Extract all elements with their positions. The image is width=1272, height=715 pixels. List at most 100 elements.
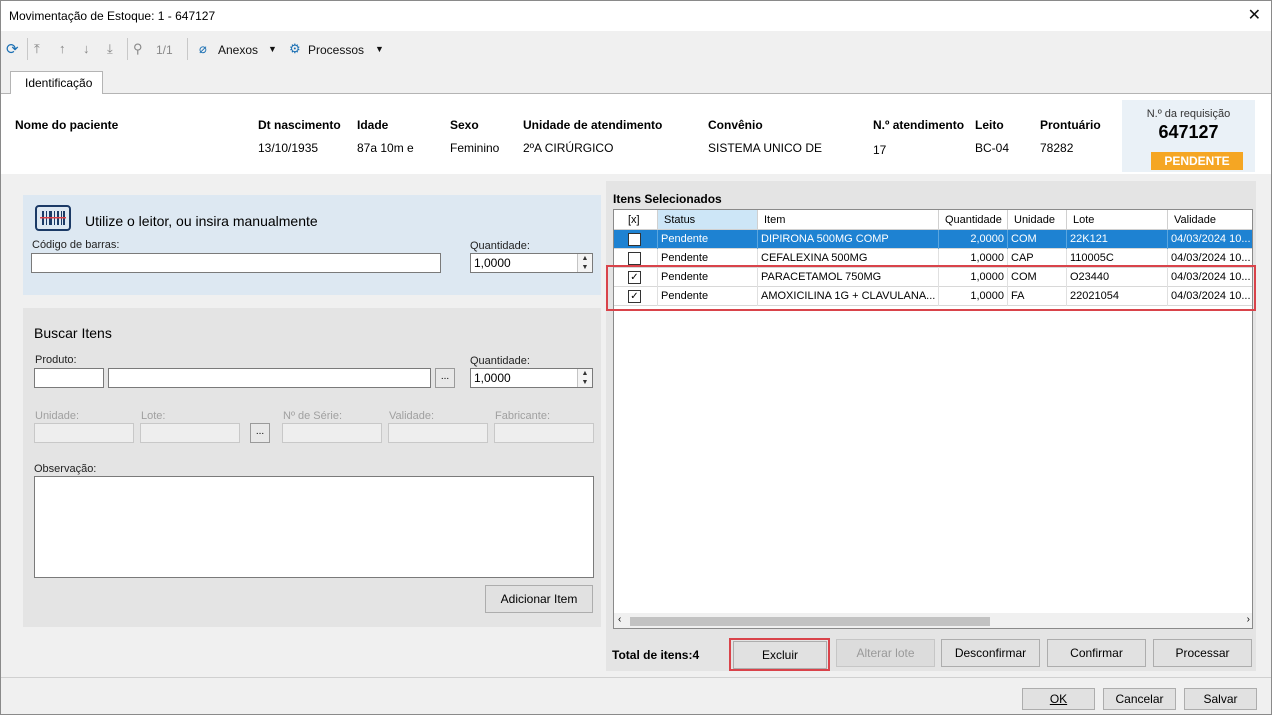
col-status[interactable]: Status [658,210,758,230]
bed-value: BC-04 [975,141,1010,155]
row-lote: 22K121 [1067,230,1168,249]
header-insurance: Convênio [708,118,763,132]
ok-button[interactable]: OK [1022,688,1095,710]
header-age: Idade [357,118,389,132]
scroll-left-icon[interactable]: ‹ [618,614,621,625]
product-lookup-button[interactable]: ... [435,368,455,388]
footer-divider [1,677,1271,678]
header-visit-number: N.º atendimento [873,118,965,132]
barcode-label: Código de barras: [32,239,120,251]
col-item[interactable]: Item [758,210,939,230]
unidade-label: Unidade: [35,410,80,422]
search-qty-stepper[interactable]: 1,0000 ▲ ▼ [470,368,593,388]
scan-panel: Utilize o leitor, ou insira manualmente … [23,195,601,295]
product-code-input[interactable] [34,368,104,388]
paperclip-icon: ⌀ [199,41,207,56]
tab-identificacao[interactable]: Identificação [10,71,103,94]
product-label: Produto: [35,354,77,366]
search-title: Buscar Itens [34,325,112,341]
previous-record-icon[interactable]: ↑ [59,41,66,56]
barcode-icon [35,205,71,231]
tab-strip: Identificação [1,67,1271,94]
anexos-menu[interactable]: Anexos [218,43,258,57]
scan-title: Utilize o leitor, ou insira manualmente [85,213,318,229]
toolbar-separator [27,38,28,60]
stepper-arrows-icon[interactable]: ▲ ▼ [577,369,592,387]
scan-qty-stepper[interactable]: 1,0000 ▲ ▼ [470,253,593,273]
validade-input [388,423,488,443]
col-lote[interactable]: Lote [1067,210,1168,230]
insurance-value: SISTEMA UNICO DE [708,141,823,155]
row-status: Pendente [658,230,758,249]
lote-label: Lote: [141,410,166,422]
highlight-checked-rows [606,265,1256,311]
add-item-button[interactable]: Adicionar Item [485,585,593,613]
alterar-lote-button: Alterar lote [836,639,935,667]
col-quantidade[interactable]: Quantidade [939,210,1008,230]
col-validade[interactable]: Validade [1168,210,1252,230]
search-icon[interactable]: ⚲ [133,41,143,57]
processar-button[interactable]: Processar [1153,639,1252,667]
col-unidade[interactable]: Unidade [1008,210,1067,230]
toolbar-separator [187,38,188,60]
processos-menu[interactable]: Processos [308,43,364,57]
scroll-right-icon[interactable]: › [1247,614,1250,625]
first-record-icon[interactable]: ⤒ [34,41,40,57]
desconfirmar-button[interactable]: Desconfirmar [941,639,1040,667]
header-birth-date: Dt nascimento [258,118,341,132]
stock-movement-window: Movimentação de Estoque: 1 - 647127 ✕ ⟳ … [0,0,1272,715]
record-value: 78282 [1040,141,1074,155]
scrollbar-thumb[interactable] [630,617,990,626]
refresh-icon[interactable]: ⟳ [6,40,19,58]
fabricante-input [494,423,594,443]
age-value: 87a 10m e [357,141,414,155]
highlight-excluir [729,638,830,671]
validade-label: Validade: [389,410,435,422]
row-unit: COM [1008,230,1067,249]
toolbar: ⟳ ⤒ ↑ ↓ ⤓ ⚲ 1/1 ⌀ Anexos ▼ ⚙ Processos ▼ [1,31,1271,67]
total-items: Total de itens:4 [612,648,700,662]
search-qty-label: Quantidade: [470,355,530,367]
row-qty: 2,0000 [939,230,1008,249]
sex-value: Feminino [450,141,500,155]
toolbar-separator [127,38,128,60]
care-unit-value: 2ºA CIRÚRGICO [523,141,614,155]
row-validade: 04/03/2024 10... [1168,230,1252,249]
cancel-button[interactable]: Cancelar [1103,688,1176,710]
requisition-box: N.º da requisição 647127 PENDENTE [1122,100,1255,172]
title-bar: Movimentação de Estoque: 1 - 647127 ✕ [1,1,1271,31]
last-record-icon[interactable]: ⤓ [107,41,113,57]
save-button[interactable]: Salvar [1184,688,1257,710]
patient-header: Nome do paciente Dt nascimento Idade Sex… [1,94,1271,174]
serie-label: Nº de Série: [283,410,343,422]
row-item: DIPIRONA 500MG COMP [758,230,939,249]
confirmar-button[interactable]: Confirmar [1047,639,1146,667]
scan-qty-label: Quantidade: [470,240,530,252]
header-bed: Leito [975,118,1004,132]
row-checkbox[interactable] [628,252,641,265]
stepper-arrows-icon[interactable]: ▲ ▼ [577,254,592,272]
unidade-input [34,423,134,443]
table-row[interactable]: Pendente DIPIRONA 500MG COMP 2,0000 COM … [614,230,1252,249]
header-care-unit: Unidade de atendimento [523,118,663,132]
window-title: Movimentação de Estoque: 1 - 647127 [9,9,216,23]
observacao-label: Observação: [34,463,97,475]
next-record-icon[interactable]: ↓ [83,41,90,56]
product-name-input[interactable] [108,368,431,388]
serie-input [282,423,382,443]
status-badge: PENDENTE [1151,152,1243,170]
header-sex: Sexo [450,118,479,132]
observacao-textarea[interactable] [34,476,594,578]
requisition-label: N.º da requisição [1146,108,1231,120]
lote-lookup-button[interactable]: ... [250,423,270,443]
page-counter: 1/1 [156,43,173,57]
horizontal-scrollbar[interactable]: ‹ › [614,613,1252,628]
row-checkbox[interactable] [628,233,641,246]
requisition-number: 647127 [1158,122,1219,142]
close-icon[interactable]: ✕ [1248,5,1261,25]
chevron-down-icon[interactable]: ▼ [375,44,384,54]
col-check[interactable]: [x] [614,210,658,230]
barcode-input[interactable] [31,253,441,273]
chevron-down-icon[interactable]: ▼ [268,44,277,54]
visit-number-value: 17 [873,143,887,157]
